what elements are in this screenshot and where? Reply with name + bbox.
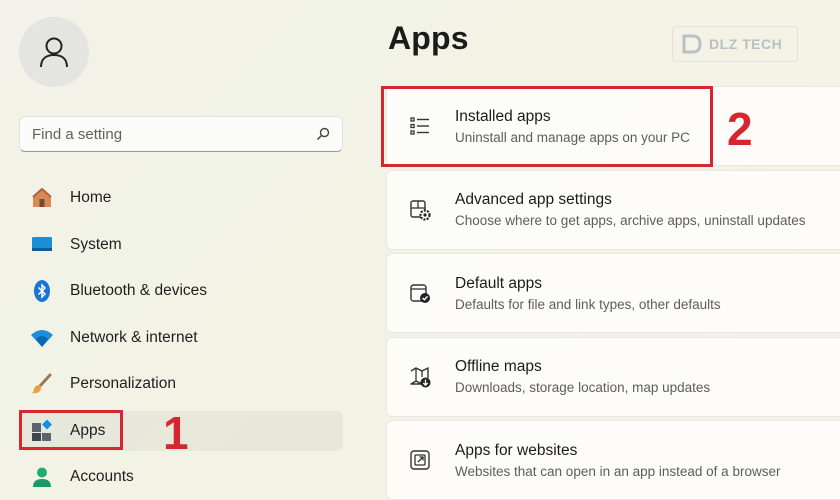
card-subtitle: Downloads, storage location, map updates [455, 380, 711, 395]
person-icon [40, 37, 68, 68]
watermark-text: DLZ TECH [709, 36, 783, 52]
apps-icon [30, 419, 54, 443]
card-subtitle: Uninstall and manage apps on your PC [455, 129, 690, 145]
default-apps-icon [407, 280, 433, 306]
app-settings-icon [407, 197, 433, 223]
sidebar-item-home[interactable]: Home [19, 178, 343, 218]
wifi-icon [30, 326, 54, 350]
card-installed-apps[interactable]: Installed apps Uninstall and manage apps… [386, 86, 840, 166]
card-apps-for-websites[interactable]: Apps for websites Websites that can open… [386, 420, 840, 500]
logo-mark-icon [682, 34, 702, 54]
sidebar-item-label: System [70, 235, 122, 253]
sidebar-item-network[interactable]: Network & internet [19, 318, 343, 358]
watermark-logo: DLZ TECH [672, 26, 798, 62]
step-number-1: 1 [163, 407, 189, 459]
card-title: Apps for websites [455, 441, 578, 459]
sidebar-item-system[interactable]: System [19, 225, 343, 265]
card-subtitle: Defaults for file and link types, other … [455, 296, 721, 312]
sidebar-item-label: Personalization [70, 375, 176, 392]
sidebar-item-label: Home [70, 189, 112, 206]
card-title: Offline maps [455, 358, 542, 375]
accounts-icon [30, 465, 54, 489]
search-icon[interactable] [316, 127, 330, 141]
page-title: Apps [388, 20, 469, 56]
sidebar-item-label: Network & internet [70, 328, 198, 346]
brush-icon [30, 372, 54, 396]
list-icon [407, 113, 433, 139]
bluetooth-icon [30, 279, 54, 303]
card-title: Installed apps [455, 107, 551, 125]
search-input[interactable] [32, 125, 316, 143]
card-title: Default apps [455, 274, 543, 292]
card-offline-maps[interactable]: Offline maps Downloads, storage location… [386, 336, 840, 417]
settings-search-box[interactable] [19, 116, 343, 152]
map-icon [407, 364, 433, 390]
card-title: Advanced app settings [455, 191, 612, 208]
sidebar-item-accounts[interactable]: Accounts [19, 457, 343, 497]
step-number-2: 2 [727, 103, 753, 155]
card-default-apps[interactable]: Default apps Defaults for file and link … [386, 253, 840, 333]
card-advanced-app-settings[interactable]: Advanced app settings Choose where to ge… [386, 169, 840, 250]
home-icon [30, 186, 54, 210]
sidebar-item-label: Accounts [70, 468, 134, 485]
sidebar-item-bluetooth[interactable]: Bluetooth & devices [19, 271, 343, 311]
user-avatar[interactable] [19, 17, 89, 87]
system-icon [30, 233, 54, 257]
sidebar-item-label: Bluetooth & devices [70, 282, 208, 299]
card-subtitle: Choose where to get apps, archive apps, … [455, 213, 806, 228]
open-external-icon [407, 447, 433, 473]
card-subtitle: Websites that can open in an app instead… [455, 463, 781, 479]
sidebar-item-label: Apps [70, 421, 106, 439]
apps-settings-list: Installed apps Uninstall and manage apps… [386, 86, 840, 500]
sidebar-item-personalization[interactable]: Personalization [19, 364, 343, 404]
